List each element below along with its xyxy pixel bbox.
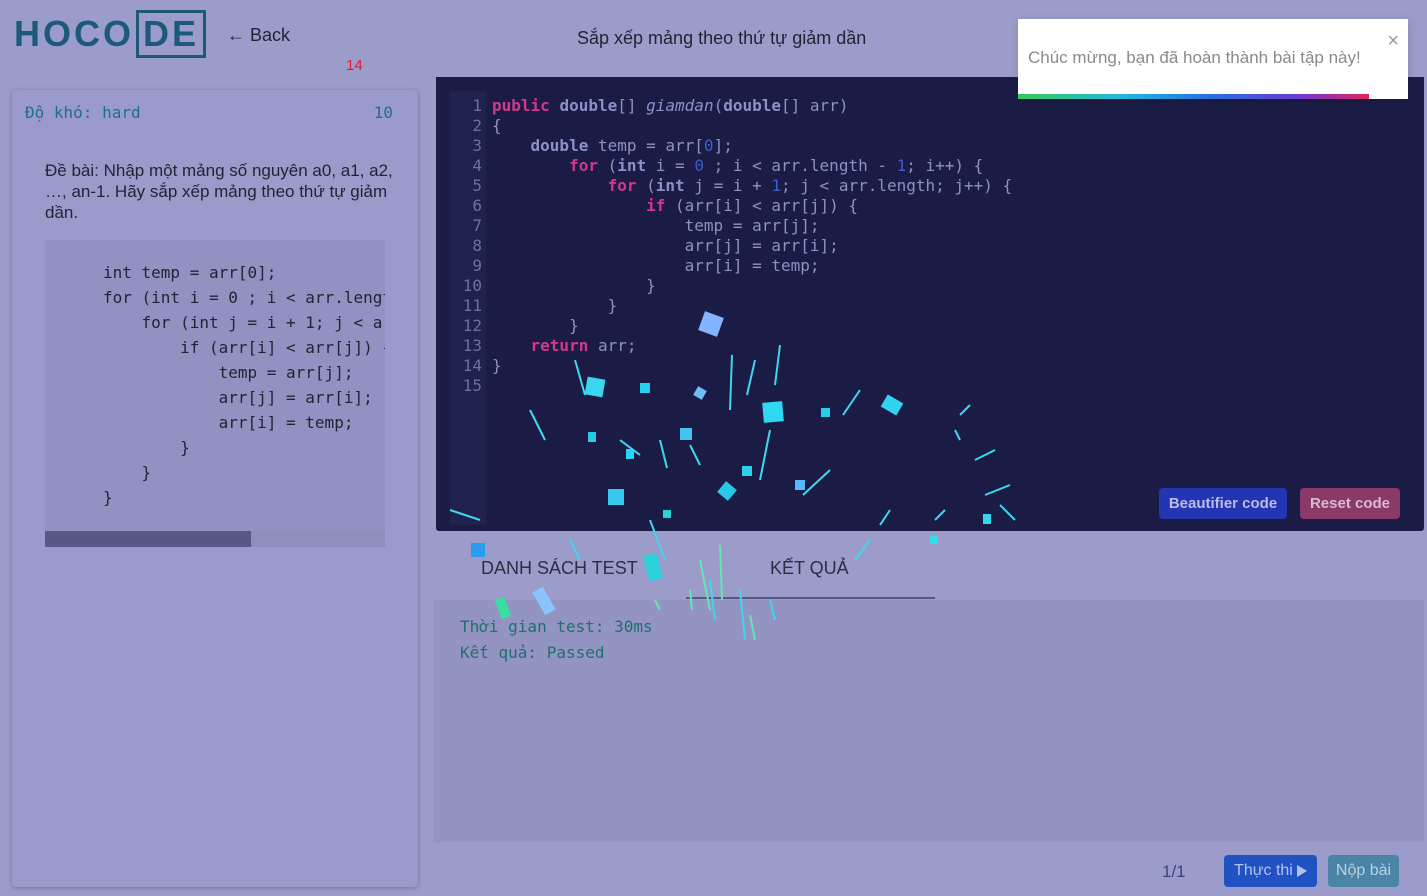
back-link[interactable]: ← Back <box>227 25 290 46</box>
problem-panel: Độ khó: hard 10 Đề bài: Nhập một mảng số… <box>12 90 418 887</box>
scrollbar-thumb[interactable] <box>45 531 251 547</box>
reset-button[interactable]: Reset code <box>1300 488 1400 519</box>
tab-test-list[interactable]: DANH SÁCH TEST <box>481 558 638 579</box>
line-numbers: 1 2 3 4 5 6 7 8 9 10 11 12 13 14 15 <box>462 96 482 395</box>
logo-text: HOCO <box>14 13 134 54</box>
code-editor[interactable]: 1 2 3 4 5 6 7 8 9 10 11 12 13 14 15 publ… <box>436 77 1424 531</box>
success-toast: Chúc mừng, bạn đã hoàn thành bài tập này… <box>1018 19 1408 99</box>
page-title: Sắp xếp mảng theo thứ tự giảm dần <box>577 28 867 48</box>
editor-code[interactable]: public double[] giamdan(double[] arr) { … <box>492 96 1012 376</box>
sample-code: int temp = arr[0]; for (int i = 0 ; i < … <box>103 263 385 507</box>
logo-boxed-text: DE <box>136 10 207 58</box>
play-icon <box>1296 865 1307 877</box>
tab-result[interactable]: KẾT QUẢ <box>770 558 849 579</box>
test-status: Kết quả: Passed <box>460 643 605 662</box>
sample-code-block[interactable]: int temp = arr[0]; for (int i = 0 ; i < … <box>45 240 385 547</box>
difficulty-label: Độ khó: hard <box>25 103 141 122</box>
run-button[interactable]: Thực thi <box>1224 855 1317 887</box>
logo[interactable]: HOCO DE <box>14 9 207 59</box>
beautify-button[interactable]: Beautifier code <box>1159 488 1287 519</box>
toast-progress-bar <box>1018 94 1369 99</box>
points-value: 10 <box>373 103 393 122</box>
result-panel: Thời gian test: 30ms Kết quả: Passed <box>434 600 1424 842</box>
toast-message: Chúc mừng, bạn đã hoàn thành bài tập này… <box>1028 48 1361 67</box>
test-pager: 1/1 <box>1162 862 1186 881</box>
run-label: Thực thi <box>1234 862 1293 879</box>
tab-active-indicator <box>686 597 935 599</box>
test-time: Thời gian test: 30ms <box>460 617 653 636</box>
submit-button[interactable]: Nộp bài <box>1328 855 1399 887</box>
counter: 14 <box>346 57 363 74</box>
horizontal-scrollbar[interactable] <box>45 531 385 547</box>
close-icon[interactable]: × <box>1387 30 1399 53</box>
problem-description: Đề bài: Nhập một mảng số nguyên a0, a1, … <box>45 161 393 222</box>
